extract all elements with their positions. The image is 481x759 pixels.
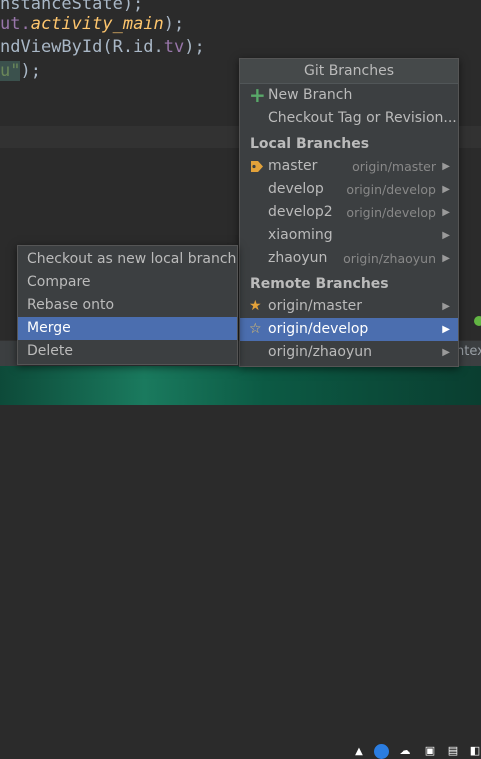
branch-name: origin/zhaoyun — [268, 344, 372, 360]
tracking-branch: origin/zhaoyun — [343, 251, 436, 266]
menu-item-label: Compare — [27, 274, 91, 290]
branch-actions-submenu: Checkout as new local branch Compare Reb… — [17, 245, 238, 365]
code-line-3: ndViewById(R.id.tv); — [0, 35, 205, 59]
star-outline-icon: ☆ — [249, 321, 262, 337]
menu-item-label: Delete — [27, 343, 73, 359]
taskbar: ▲ ☁ ▣ ▤ ◧ — [0, 366, 481, 759]
menu-item-label: Checkout as new local branch — [27, 251, 237, 267]
branch-name: origin/master — [268, 298, 362, 314]
code-token: ndViewById(R.id. — [0, 37, 164, 57]
plus-icon: + — [249, 83, 266, 107]
checkout-tag-item[interactable]: Checkout Tag or Revision... — [240, 107, 458, 130]
compare-item[interactable]: Compare — [18, 271, 237, 294]
volume-icon[interactable]: ◧ — [468, 744, 481, 758]
branch-name: origin/develop — [268, 321, 369, 337]
code-token: u" — [0, 61, 21, 81]
network-icon[interactable]: ▣ — [423, 744, 437, 758]
remote-branch-origin-zhaoyun[interactable]: origin/zhaoyun ▶ — [240, 341, 458, 364]
cloud-icon[interactable]: ☁ — [398, 744, 412, 758]
remote-branch-origin-develop[interactable]: ☆ origin/develop ▶ — [240, 318, 458, 341]
notification-icon[interactable]: ▤ — [446, 744, 460, 758]
branch-name: zhaoyun — [268, 250, 328, 266]
strip-text: ntex — [456, 344, 481, 359]
submenu-arrow-icon: ▶ — [442, 347, 450, 358]
submenu-arrow-icon: ▶ — [442, 184, 450, 195]
branch-name: develop2 — [268, 204, 333, 220]
branch-name: develop — [268, 181, 324, 197]
remote-branches-header: Remote Branches — [250, 276, 389, 292]
local-branch-zhaoyun[interactable]: zhaoyun origin/zhaoyun ▶ — [240, 247, 458, 270]
tracking-branch: origin/develop — [346, 205, 436, 220]
branch-name: xiaoming — [268, 227, 333, 243]
tracking-branch: origin/develop — [346, 182, 436, 197]
local-branch-master[interactable]: master origin/master ▶ — [240, 155, 458, 178]
merge-item[interactable]: Merge — [18, 317, 237, 340]
code-line-2: ut.activity_main); — [0, 12, 184, 36]
code-token: activity_main — [30, 14, 164, 34]
tracking-branch: origin/master — [352, 159, 436, 174]
local-branch-develop[interactable]: develop origin/develop ▶ — [240, 178, 458, 201]
git-branches-popup: Git Branches + New Branch Checkout Tag o… — [239, 58, 459, 367]
menu-item-label: New Branch — [268, 87, 353, 103]
menu-item-label: Checkout Tag or Revision... — [268, 110, 457, 126]
status-indicator — [474, 316, 481, 326]
code-token: ); — [20, 61, 41, 81]
submenu-arrow-icon: ▶ — [442, 253, 450, 264]
code-token: ut. — [0, 14, 31, 34]
star-filled-icon: ★ — [249, 298, 262, 314]
code-token: ); — [163, 14, 185, 34]
code-token: tv — [163, 37, 185, 57]
code-line-4: u"); — [0, 59, 41, 83]
tag-icon — [249, 155, 265, 178]
delete-item[interactable]: Delete — [18, 340, 237, 363]
code-token: ); — [184, 37, 205, 57]
branch-name: master — [268, 158, 318, 174]
rebase-onto-item[interactable]: Rebase onto — [18, 294, 237, 317]
menu-item-label: Merge — [27, 320, 71, 336]
menu-item-label: Rebase onto — [27, 297, 115, 313]
submenu-arrow-icon: ▶ — [442, 301, 450, 312]
submenu-arrow-icon: ▶ — [442, 161, 450, 172]
local-branch-develop2[interactable]: develop2 origin/develop ▶ — [240, 201, 458, 224]
remote-branch-origin-master[interactable]: ★ origin/master ▶ — [240, 295, 458, 318]
local-branch-xiaoming[interactable]: xiaoming ▶ — [240, 224, 458, 247]
submenu-arrow-icon: ▶ — [442, 230, 450, 241]
new-branch-item[interactable]: + New Branch — [240, 84, 458, 107]
popup-title: Git Branches — [240, 59, 458, 84]
submenu-arrow-icon: ▶ — [442, 324, 450, 335]
submenu-arrow-icon: ▶ — [442, 207, 450, 218]
app-tray-icon[interactable] — [374, 744, 389, 759]
local-branches-header: Local Branches — [250, 136, 370, 152]
checkout-new-local-branch-item[interactable]: Checkout as new local branch — [18, 248, 237, 271]
show-hidden-icons-icon[interactable]: ▲ — [352, 745, 366, 759]
